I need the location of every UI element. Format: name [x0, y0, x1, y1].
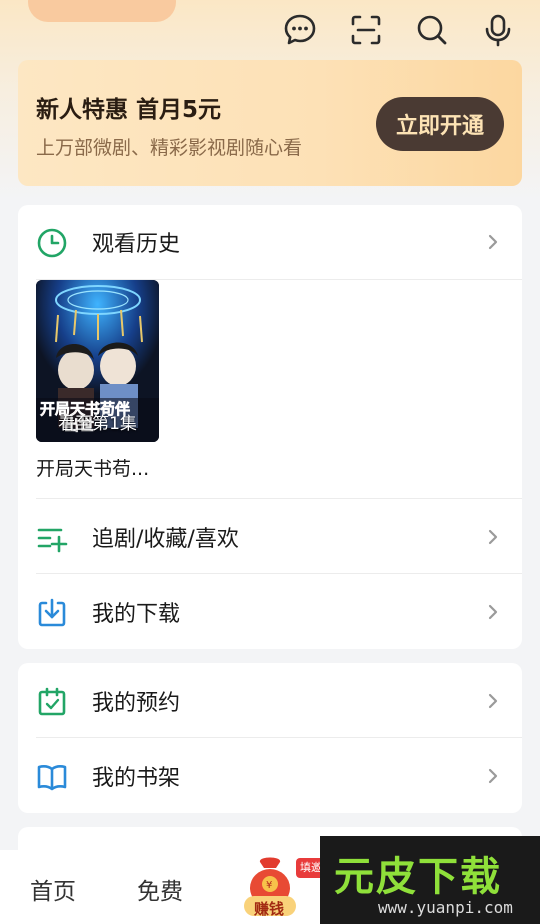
list-add-icon — [37, 528, 68, 553]
download-icon — [38, 598, 66, 627]
bookshelf-row[interactable]: 我的书架 — [18, 739, 522, 813]
chevron-right-icon — [488, 693, 498, 709]
reservations-label: 我的预约 — [92, 691, 181, 716]
top-toolbar — [280, 10, 518, 50]
tab-home[interactable]: 首页 — [30, 872, 76, 906]
divider — [36, 498, 522, 499]
chat-bubble-icon[interactable] — [280, 10, 320, 50]
downloads-row[interactable]: 我的下载 — [18, 575, 522, 649]
favorites-row[interactable]: 追剧/收藏/喜欢 — [18, 500, 522, 574]
chevron-right-icon — [488, 234, 498, 250]
tab-earn-label: 赚钱 — [254, 900, 285, 918]
tab-free[interactable]: 免费 — [137, 872, 183, 906]
site-watermark: 元皮下载 www.yuanpi.com — [320, 836, 540, 924]
history-card: 观看历史 开局天书苟伴 出世 看至第1集 开局天书苟... 追剧/收藏/喜欢 我… — [18, 205, 522, 649]
watermark-logo-text: 元皮下载 — [334, 854, 502, 900]
search-icon[interactable] — [412, 10, 452, 50]
downloads-label: 我的下载 — [92, 602, 181, 627]
watch-history-row[interactable]: 观看历史 — [18, 205, 522, 279]
vip-title: 新人特惠 首月5元 — [36, 97, 222, 123]
chevron-right-icon — [488, 529, 498, 545]
microphone-icon[interactable] — [478, 10, 518, 50]
clock-icon — [37, 228, 67, 258]
vip-open-button[interactable]: 立即开通 — [376, 97, 504, 151]
watch-history-label: 观看历史 — [92, 232, 181, 257]
svg-text:¥: ¥ — [266, 880, 272, 891]
vip-promo-card[interactable]: 新人特惠 首月5元 上万部微剧、精彩影视剧随心看 立即开通 — [18, 60, 522, 186]
history-item-title[interactable]: 开局天书苟... — [36, 454, 149, 481]
divider — [36, 573, 522, 574]
chevron-right-icon — [488, 604, 498, 620]
history-progress: 看至第1集 — [58, 414, 137, 434]
chevron-right-icon — [488, 768, 498, 784]
tab-earn[interactable]: ¥ 赚钱 — [238, 852, 302, 918]
top-promo-pill[interactable] — [28, 0, 176, 22]
watermark-url: www.yuanpi.com — [378, 898, 513, 917]
divider — [36, 737, 522, 738]
vip-subtitle: 上万部微剧、精彩影视剧随心看 — [36, 137, 303, 159]
book-icon — [37, 765, 67, 791]
bookshelf-label: 我的书架 — [92, 766, 181, 791]
history-item-cover[interactable]: 开局天书苟伴 出世 看至第1集 — [36, 280, 159, 442]
menu-card-2: 我的预约 我的书架 — [18, 663, 522, 813]
calendar-icon — [38, 687, 66, 716]
reservations-row[interactable]: 我的预约 — [18, 664, 522, 738]
scan-icon[interactable] — [346, 10, 386, 50]
favorites-label: 追剧/收藏/喜欢 — [92, 527, 239, 552]
